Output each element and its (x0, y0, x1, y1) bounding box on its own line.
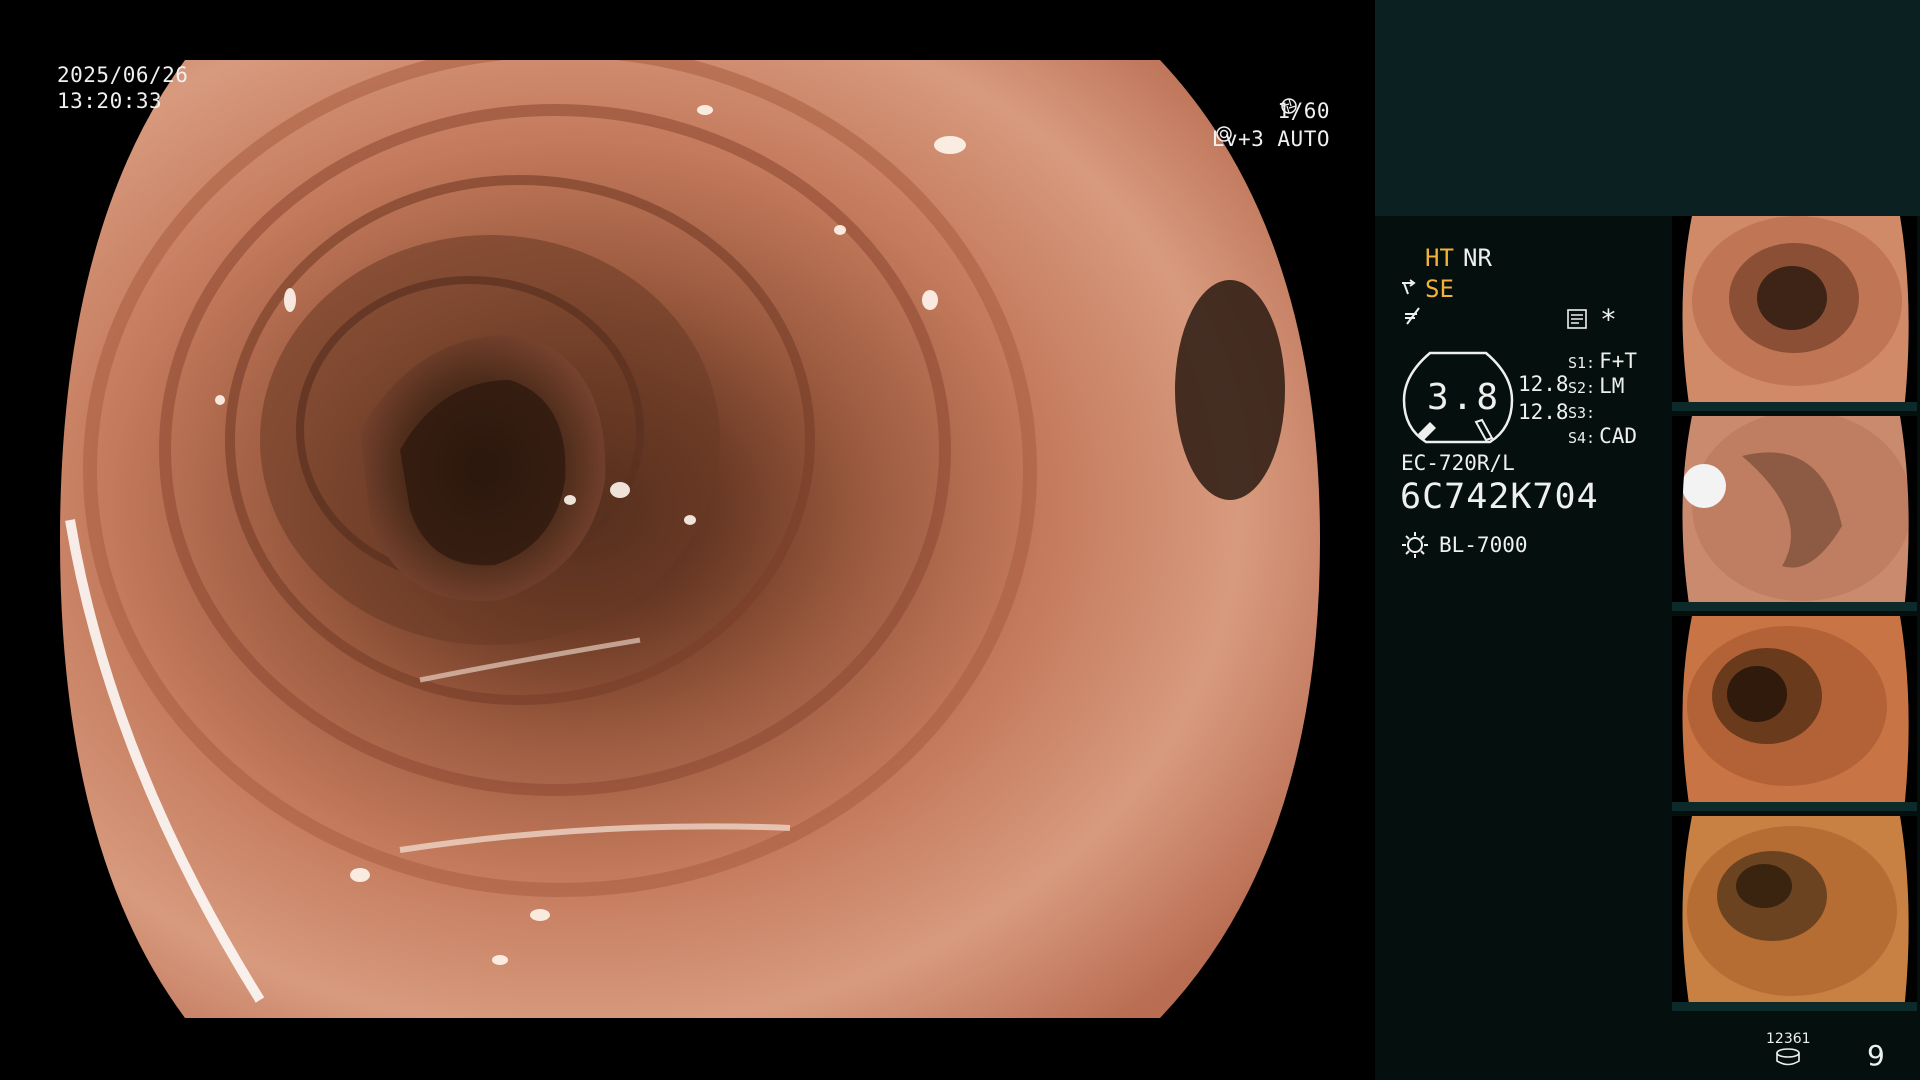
record-mark: * (1600, 303, 1617, 336)
endoscopy-screen: 2025/06/26 13:20:33 1/60 Lv+3 AUTO HT NR… (0, 0, 1920, 1080)
panel-header-area (1375, 0, 1920, 216)
gauge-sub-value-1: 12.8 (1518, 372, 1569, 396)
thumbnail-caption-bar (1672, 1002, 1917, 1011)
freeze-icon (1405, 307, 1420, 325)
switch-s3: S3: (1568, 399, 1599, 425)
scope-serial: 6C742K704 (1400, 477, 1599, 517)
switch-s2: S2: LM (1568, 374, 1624, 400)
thumbnail-caption-bar (1672, 802, 1917, 811)
mode-ht: HT (1425, 244, 1454, 272)
iris-icon (1281, 98, 1298, 114)
captured-thumbnail[interactable] (1672, 416, 1917, 611)
switch-s1-key: S1: (1568, 354, 1596, 372)
endoscope-view: 2025/06/26 13:20:33 1/60 Lv+3 AUTO (0, 0, 1372, 1080)
switch-s1-value: F+T (1599, 349, 1638, 373)
auto-exposure-icon (1215, 126, 1232, 142)
switch-s2-key: S2: (1568, 379, 1596, 397)
captured-thumbnail[interactable] (1672, 816, 1917, 1011)
thumbnail-image (1672, 616, 1917, 811)
switch-s4-key: S4: (1568, 429, 1596, 447)
switch-s3-key: S3: (1568, 404, 1596, 422)
light-source-model: BL-7000 (1439, 533, 1528, 557)
thumbnail-caption-bar (1672, 602, 1917, 611)
exam-date: 2025/06/26 (57, 63, 189, 87)
structure-enhance-icon (1402, 279, 1416, 295)
exam-time: 13:20:33 (57, 89, 163, 113)
switch-s4: S4: CAD (1568, 424, 1637, 450)
mode-nr: NR (1463, 244, 1492, 272)
captured-thumbnail[interactable] (1672, 616, 1917, 811)
mode-se: SE (1425, 275, 1454, 303)
gauge-value: 3.8 (1427, 377, 1502, 418)
thumbnail-caption-bar (1672, 402, 1917, 411)
scope-model: EC-720R/L (1401, 451, 1515, 475)
light-source-icon (1402, 532, 1428, 558)
switch-s2-value: LM (1599, 374, 1625, 398)
memo-icon (1567, 309, 1587, 329)
colon-lumen-image (60, 60, 1320, 1018)
thumbnail-image (1672, 816, 1917, 1011)
switch-s1: S1: F+T (1568, 349, 1637, 375)
brightness-readout: Lv+3 AUTO (1212, 126, 1330, 152)
thumbnail-image (1672, 216, 1917, 411)
storage-count: 12361 (1766, 1031, 1811, 1047)
thumbnail-image (1672, 416, 1917, 611)
gauge-sub-value-2: 12.8 (1518, 400, 1569, 424)
image-count: 9 (1867, 1039, 1885, 1072)
switch-s4-value: CAD (1599, 424, 1638, 448)
captured-thumbnail[interactable] (1672, 216, 1917, 411)
storage-icon (1776, 1048, 1800, 1066)
shutter-readout: 1/60 (1277, 98, 1330, 124)
